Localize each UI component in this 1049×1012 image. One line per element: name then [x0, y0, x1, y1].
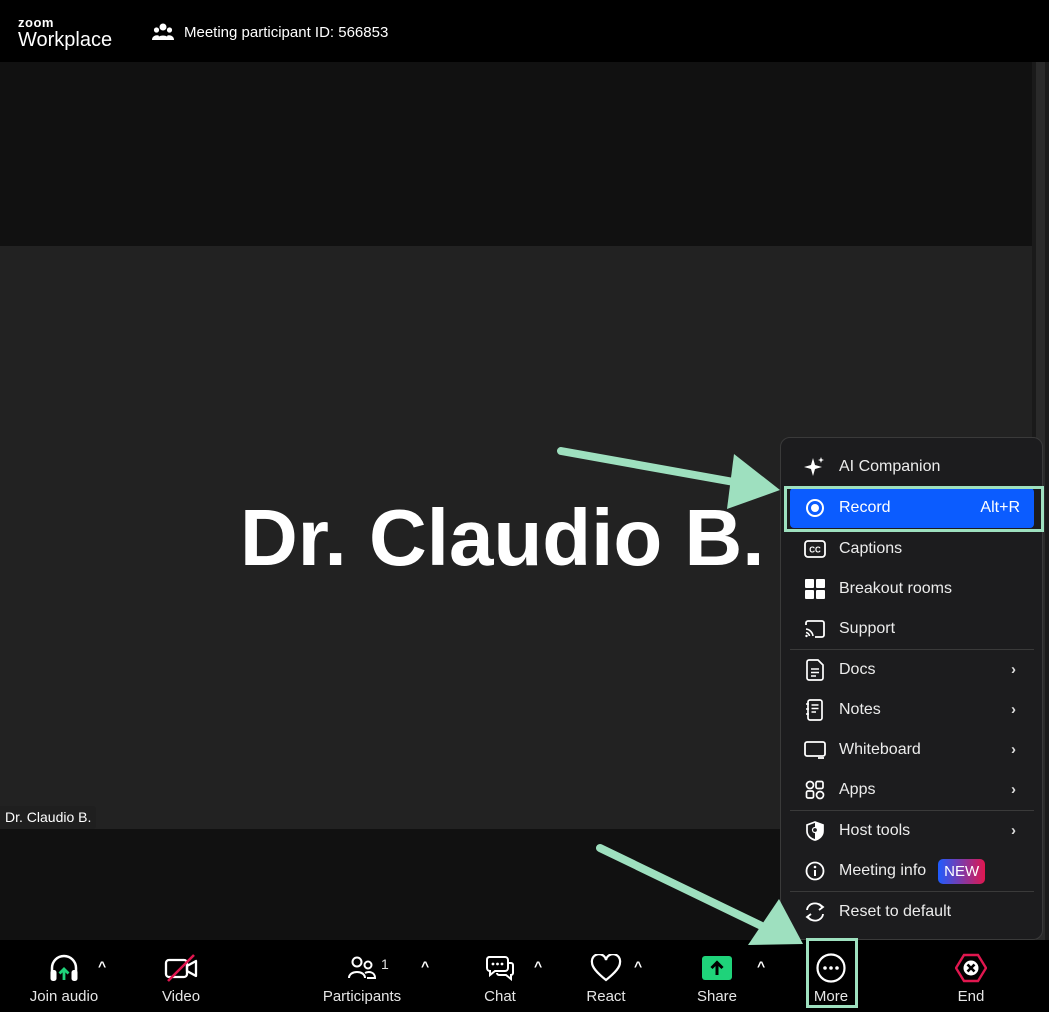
- zoom-meeting-window: zoom Workplace Meeting participant ID: 5…: [0, 0, 1049, 1012]
- annotation-arrows: [557, 447, 803, 945]
- arrow-to-more-icon: [596, 844, 803, 945]
- arrow-to-record-icon: [557, 447, 780, 509]
